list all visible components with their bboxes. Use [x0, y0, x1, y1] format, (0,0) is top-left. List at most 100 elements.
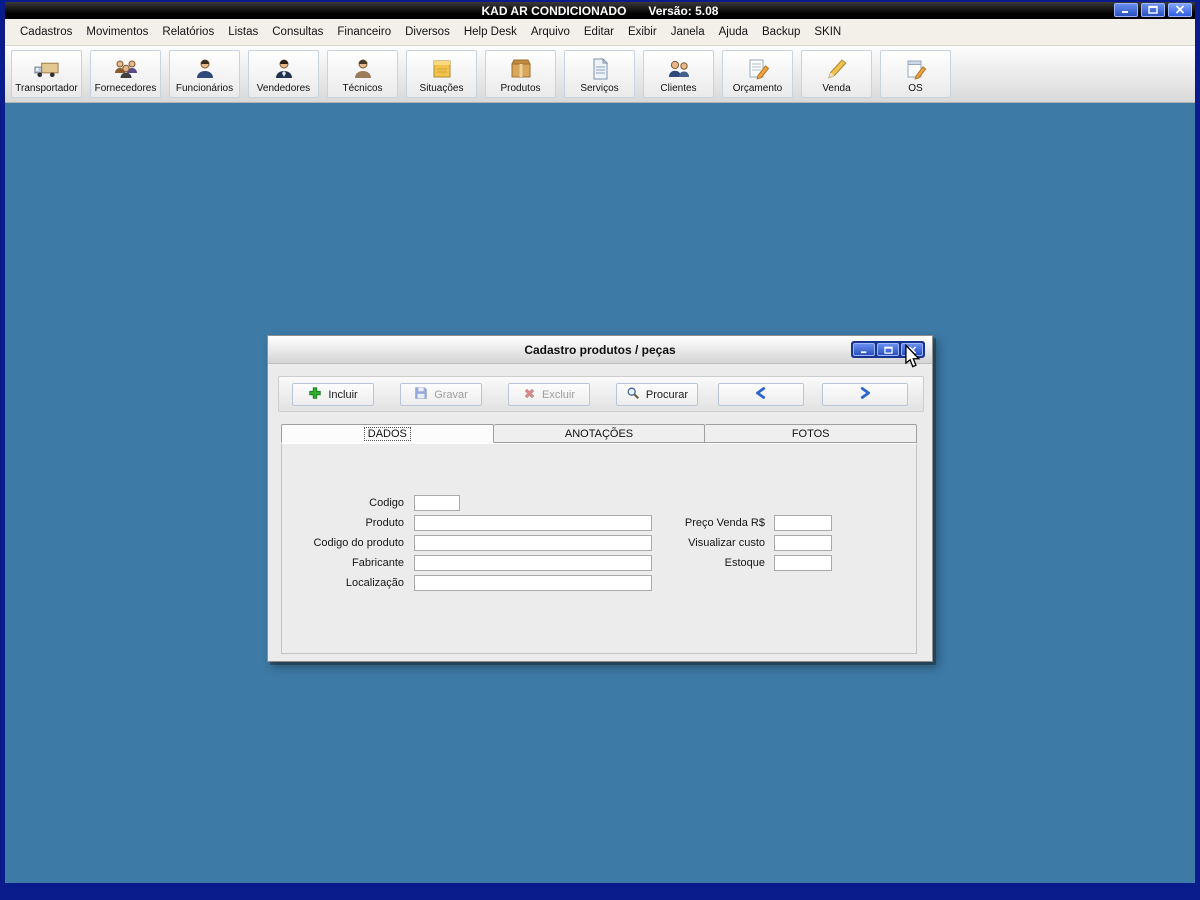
arrow-right-icon: [857, 386, 873, 403]
gravar-label: Gravar: [434, 389, 468, 401]
toolbar-button-funcionarios[interactable]: Funcionários: [169, 50, 240, 98]
fabricante-input[interactable]: [414, 555, 652, 571]
preco-venda-input[interactable]: [774, 515, 832, 531]
close-icon: [1175, 3, 1185, 17]
toolbar-button-clientes[interactable]: Clientes: [643, 50, 714, 98]
toolbar-button-label: Técnicos: [342, 83, 382, 94]
menu-item-arquivo[interactable]: Arquivo: [524, 22, 577, 42]
menu-item-editar[interactable]: Editar: [577, 22, 621, 42]
menu-item-financeiro[interactable]: Financeiro: [330, 22, 398, 42]
toolbar-button-os[interactable]: OS: [880, 50, 951, 98]
toolbar-button-label: Fornecedores: [95, 83, 157, 94]
excluir-button: Excluir: [508, 383, 590, 406]
next-record-button[interactable]: [822, 383, 908, 406]
minimize-button[interactable]: [1114, 3, 1138, 17]
toolbar-button-vendedores[interactable]: Vendedores: [248, 50, 319, 98]
application-window: KAD AR CONDICIONADO Versão: 5.08 Cadastr…: [0, 0, 1200, 900]
estoque-input[interactable]: [774, 555, 832, 571]
menu-item-backup[interactable]: Backup: [755, 22, 807, 42]
form-row: Codigo: [282, 494, 460, 511]
people-group-icon: [113, 55, 139, 83]
close-icon: [908, 341, 917, 359]
tab-fotos-label: FOTOS: [792, 428, 830, 440]
toolbar-button-servicos[interactable]: Serviços: [564, 50, 635, 98]
dialog-maximize-button[interactable]: [877, 343, 899, 356]
maximize-icon: [884, 341, 893, 359]
toolbar-button-label: Transportador: [15, 83, 77, 94]
arrow-left-icon: [753, 386, 769, 403]
menu-item-diversos[interactable]: Diversos: [398, 22, 457, 42]
menu-item-listas[interactable]: Listas: [221, 22, 265, 42]
toolbar-button-venda[interactable]: Venda: [801, 50, 872, 98]
menu-item-cadastros[interactable]: Cadastros: [13, 22, 79, 42]
previous-record-button[interactable]: [718, 383, 804, 406]
tab-fotos[interactable]: FOTOS: [705, 424, 917, 443]
form-row: Produto: [282, 514, 652, 531]
people-icon: [666, 55, 692, 83]
delete-x-icon: [523, 387, 536, 403]
toolbar-button-tecnicos[interactable]: Técnicos: [327, 50, 398, 98]
toolbar-button-label: Serviços: [580, 83, 618, 94]
window-controls: [1114, 3, 1192, 17]
maximize-icon: [1148, 3, 1158, 17]
toolbar-button-situacoes[interactable]: Situações: [406, 50, 477, 98]
box-icon: [509, 55, 533, 83]
codigo-do-produto-input[interactable]: [414, 535, 652, 551]
toolbar-button-label: Situações: [420, 83, 464, 94]
window-version: Versão: 5.08: [648, 4, 718, 18]
codigo-input[interactable]: [414, 495, 460, 511]
menu-item-janela[interactable]: Janela: [664, 22, 712, 42]
menu-item-relatorios[interactable]: Relatórios: [155, 22, 221, 42]
fabricante-label: Fabricante: [282, 557, 409, 569]
form-row: Localização: [282, 574, 652, 591]
toolbar-button-label: Vendedores: [257, 83, 310, 94]
minimize-icon: [1121, 3, 1131, 17]
procurar-button[interactable]: Procurar: [616, 383, 698, 406]
notepad-icon: [904, 55, 928, 83]
dialog-close-button[interactable]: [901, 343, 923, 356]
localizacao-input[interactable]: [414, 575, 652, 591]
menubar: Cadastros Movimentos Relatórios Listas C…: [5, 19, 1195, 46]
truck-icon: [33, 55, 60, 83]
excluir-label: Excluir: [542, 389, 575, 401]
produto-input[interactable]: [414, 515, 652, 531]
incluir-label: Incluir: [328, 389, 357, 401]
dialog-cadastro-produtos: Cadastro produtos / peças: [267, 335, 933, 662]
menu-item-movimentos[interactable]: Movimentos: [79, 22, 155, 42]
tab-dados[interactable]: DADOS: [281, 424, 494, 443]
person-icon: [193, 55, 217, 83]
visualizar-custo-input[interactable]: [774, 535, 832, 551]
codigo-label: Codigo: [282, 497, 409, 509]
maximize-button[interactable]: [1141, 3, 1165, 17]
preco-venda-label: Preço Venda R$: [659, 517, 770, 529]
menu-item-skin[interactable]: SKIN: [807, 22, 848, 42]
form-row: Fabricante: [282, 554, 652, 571]
dialog-minimize-button[interactable]: [853, 343, 875, 356]
save-icon: [414, 386, 428, 403]
tab-anotacoes[interactable]: ANOTAÇÕES: [494, 424, 706, 443]
menu-item-helpdesk[interactable]: Help Desk: [457, 22, 524, 42]
toolbar-button-fornecedores[interactable]: Fornecedores: [90, 50, 161, 98]
document-icon: [588, 55, 612, 83]
menu-item-exibir[interactable]: Exibir: [621, 22, 664, 42]
desktop: Cadastro produtos / peças: [5, 103, 1195, 883]
pencil-note-icon: [746, 55, 770, 83]
close-button[interactable]: [1168, 3, 1192, 17]
dialog-title: Cadastro produtos / peças: [524, 343, 675, 357]
codigo-do-produto-label: Codigo do produto: [282, 537, 409, 549]
visualizar-custo-label: Visualizar custo: [659, 537, 770, 549]
dialog-window-controls: [851, 341, 925, 358]
dialog-tabs: DADOS ANOTAÇÕES FOTOS: [281, 424, 917, 443]
toolbar-button-orcamento[interactable]: Orçamento: [722, 50, 793, 98]
toolbar-button-label: Funcionários: [176, 83, 233, 94]
toolbar-button-label: Clientes: [660, 83, 696, 94]
toolbar-button-transportador[interactable]: Transportador: [11, 50, 82, 98]
toolbar-button-produtos[interactable]: Produtos: [485, 50, 556, 98]
produto-label: Produto: [282, 517, 409, 529]
menu-item-ajuda[interactable]: Ajuda: [712, 22, 755, 42]
menu-item-consultas[interactable]: Consultas: [265, 22, 330, 42]
toolbar-button-label: Orçamento: [733, 83, 782, 94]
toolbar: Transportador Fornecedores Funcionários …: [5, 46, 1195, 103]
form-row: Estoque: [659, 554, 832, 571]
incluir-button[interactable]: Incluir: [292, 383, 374, 406]
